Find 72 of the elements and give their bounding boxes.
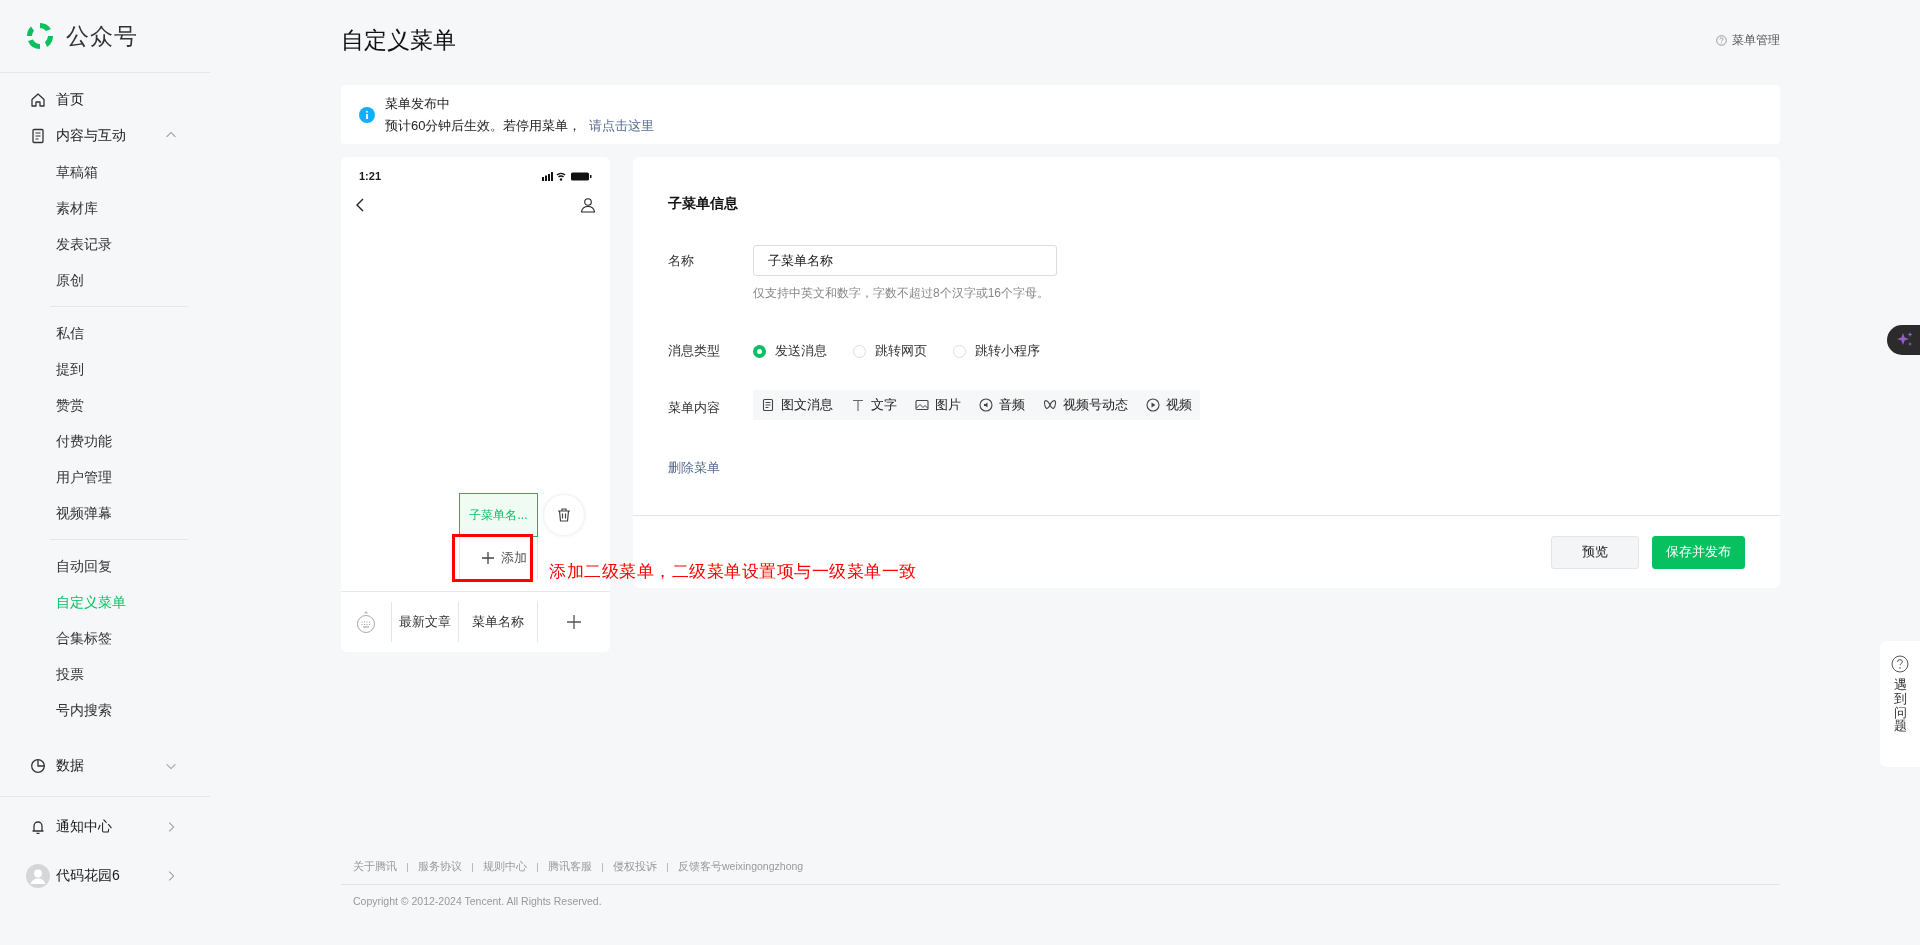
sidebar-item[interactable]: 自动回复 [0,548,210,584]
hint-text: 仅支持中英文和数字，字数不超过8个汉字或16个字母。 [753,285,1051,302]
sidebar-item[interactable]: 首页 [0,82,210,118]
document-icon [30,128,46,144]
info-icon [359,106,375,123]
keyboard-icon [356,611,376,633]
image-icon [915,398,929,412]
copyright-text: Copyright © 2012-2024 Tencent. All Rights Reserved. [352,894,603,907]
delete-menu-link[interactable]: 删除菜单 [668,459,720,477]
person-icon [580,197,596,213]
plus-icon [480,551,495,565]
help-icon [1716,35,1727,46]
sidebar-item[interactable]: 私信 [0,315,210,351]
sidebar-item[interactable]: 素材库 [0,190,210,226]
content-type-tab[interactable]: 图文消息 [761,396,833,414]
logo-icon [24,20,56,52]
brand-name: 公众号 [66,21,138,51]
text-icon [851,398,865,412]
content-type-tab[interactable]: 音频 [979,396,1025,414]
content-type-tab[interactable]: 文字 [851,396,897,414]
radio-option[interactable]: 发送消息 [753,342,827,360]
audio-icon [979,398,993,412]
trash-icon [556,507,572,523]
input-field[interactable]: 子菜单名称 [753,245,1057,276]
preview-button[interactable]: 预览 [1551,535,1639,569]
pie-chart-icon [30,758,46,774]
add-submenu-button[interactable]: 添加 [459,537,538,579]
field-label: 菜单内容 [668,399,721,417]
plus-icon [566,614,582,630]
menu-item[interactable]: 最新文章 [391,602,458,642]
help-icon [1891,655,1909,673]
assistant-button[interactable] [1887,325,1920,355]
radio-option[interactable]: 跳转网页 [853,342,927,360]
notice-text: 预计60分钟后生效。若停用菜单， [385,116,582,135]
sidebar-item[interactable]: 视频弹幕 [0,495,210,531]
sidebar-item[interactable]: 草稿箱 [0,154,210,190]
butterfly-icon [1043,398,1057,412]
sidebar-item[interactable]: 提到 [0,351,210,387]
delete-button[interactable] [544,495,584,535]
sidebar-item[interactable]: 内容与互动 [0,118,210,154]
avatar-icon [26,864,50,888]
sidebar-item[interactable]: 用户管理 [0,459,210,495]
notice-title: 菜单发布中 [385,94,451,113]
sidebar-item[interactable]: 赞赏 [0,387,210,423]
sidebar-item[interactable]: 付费功能 [0,423,210,459]
sidebar-item[interactable]: 合集标签 [0,620,210,656]
sidebar-item[interactable]: 号内搜索 [0,692,210,728]
field-label: 名称 [668,252,695,270]
home-icon [30,92,46,108]
help-widget[interactable]: 遇到问题 [1880,641,1920,767]
field-label: 消息类型 [668,342,721,360]
help-link[interactable]: 菜单管理 [1716,32,1780,49]
sidebar-item[interactable]: 通知中心 [0,809,210,845]
content-type-tab[interactable]: 视频 [1146,396,1192,414]
bell-icon [30,819,46,835]
sidebar-item[interactable]: 原创 [0,262,210,298]
sidebar-item[interactable]: 发表记录 [0,226,210,262]
sidebar-item[interactable]: 数据 [0,748,210,784]
status-icons-drawing [542,171,594,181]
document-icon [761,398,775,412]
content-type-tab[interactable]: 图片 [915,396,961,414]
page-title: 自定义菜单 [341,26,456,55]
sidebar-item[interactable]: 代码花园6 [0,858,210,894]
sidebar-item[interactable]: 投票 [0,656,210,692]
content-type-tab[interactable]: 视频号动态 [1043,396,1128,414]
radio-option[interactable]: 跳转小程序 [953,342,1040,360]
status-time: 1:21 [359,170,382,182]
annotation-text: 添加二级菜单，二级菜单设置项与一级菜单一致 [549,561,917,583]
section-title: 子菜单信息 [668,195,739,213]
notice-link[interactable]: 请点击这里 [589,116,655,135]
menu-item[interactable]: 菜单名称 [458,602,537,642]
play-icon [1146,398,1160,412]
